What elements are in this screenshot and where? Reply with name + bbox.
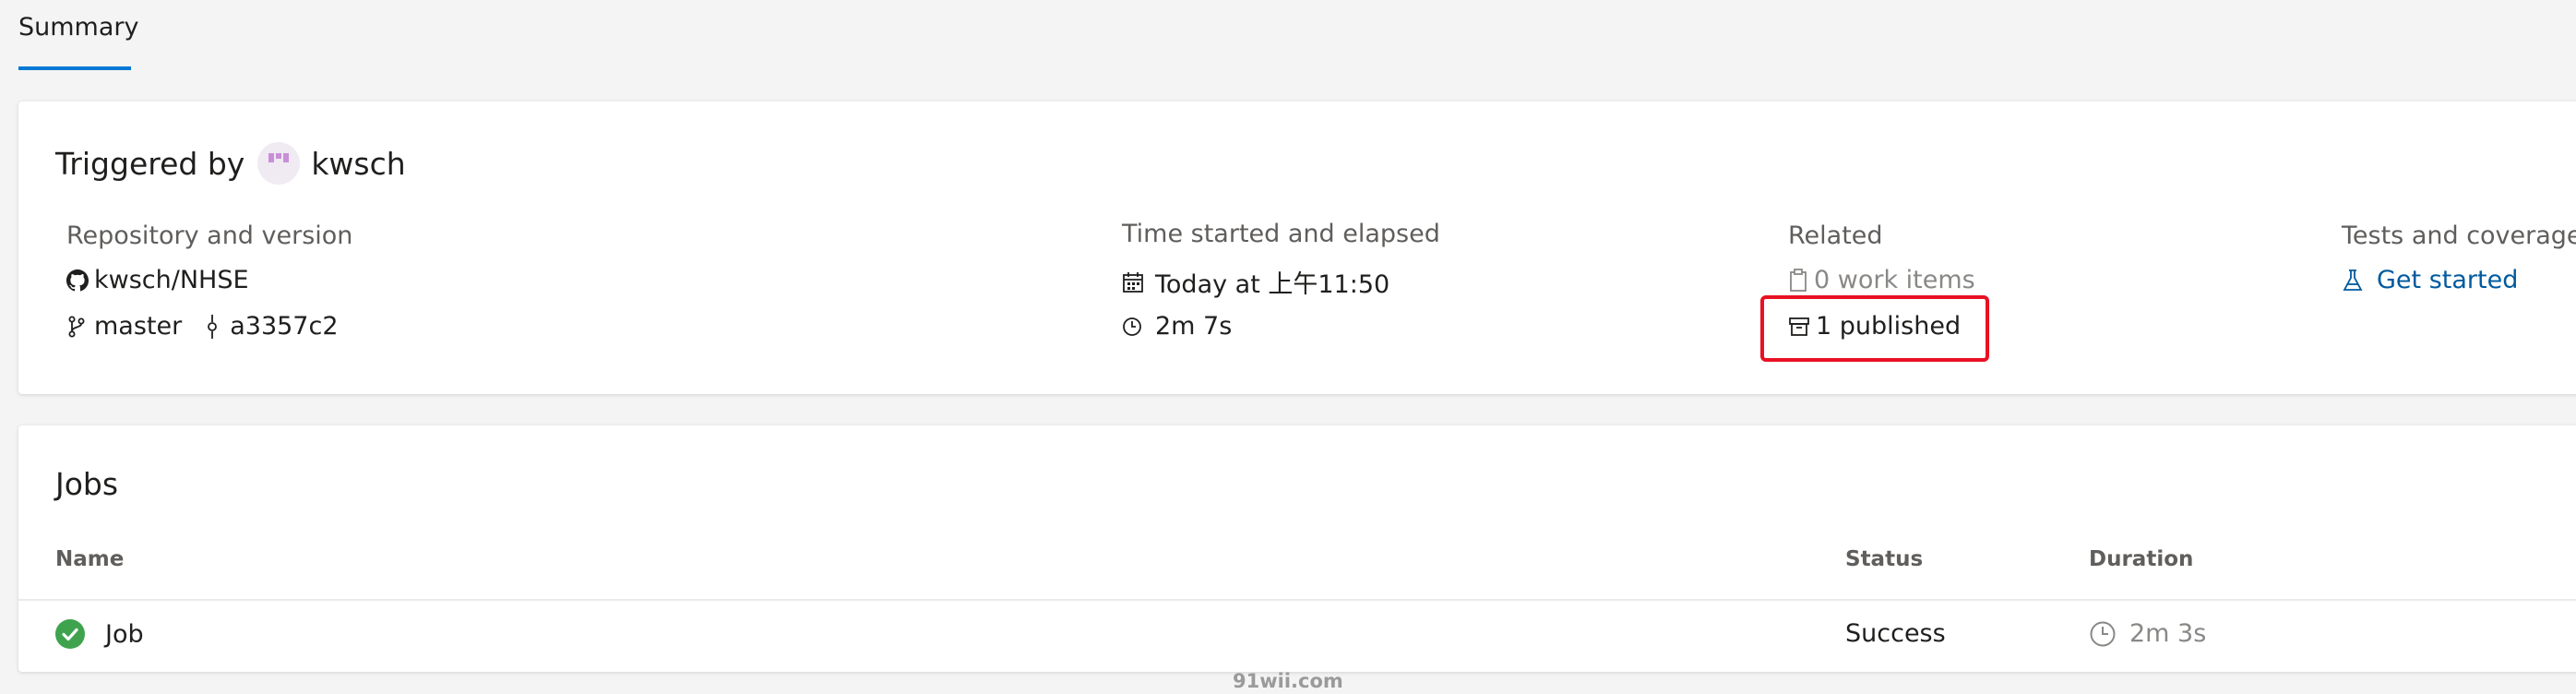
triggered-by-label: Triggered by (55, 145, 245, 182)
time-elapsed-row: 2m 7s (1122, 312, 1232, 341)
jobs-card: Jobs Name Status Duration Job Success 2m… (18, 425, 2576, 672)
column-header-duration: Duration (2089, 547, 2194, 571)
tab-summary-label: Summary (18, 13, 139, 42)
time-label: Time started and elapsed (1122, 220, 1440, 248)
summary-card: Triggered by kwsch Repository and versio… (18, 102, 2576, 394)
job-duration-cell: 2m 3s (2089, 619, 2206, 648)
clock-icon (1123, 317, 1141, 336)
jobs-title: Jobs (55, 466, 119, 502)
work-items-link[interactable]: 0 work items (1788, 266, 1975, 294)
highlight-annotation (1760, 295, 1989, 362)
triggered-user[interactable]: kwsch (311, 146, 405, 182)
tests-coverage-label: Tests and coverage (2342, 221, 2576, 250)
flask-icon (2343, 269, 2363, 291)
time-started-row: Today at 上午11:50 (1122, 264, 1389, 300)
triggered-by: Triggered by kwsch (55, 142, 406, 185)
version-row: master a3357c2 (66, 312, 339, 341)
branch-link[interactable]: master (66, 312, 182, 341)
get-started-label: Get started (2377, 266, 2519, 294)
repository-link[interactable]: kwsch/NHSE (66, 266, 249, 294)
time-started: Today at 上午11:50 (1155, 270, 1390, 299)
commit-hash: a3357c2 (230, 312, 339, 341)
get-started-link[interactable]: Get started (2342, 266, 2518, 294)
related-label: Related (1788, 221, 1883, 250)
work-items-count: 0 work items (1814, 266, 1975, 294)
avatar[interactable] (257, 142, 301, 185)
job-name-cell: Job (55, 619, 144, 649)
clipboard-icon (1790, 268, 1807, 292)
calendar-icon (1123, 271, 1143, 293)
commit-icon (208, 314, 218, 339)
commit-link[interactable]: a3357c2 (204, 312, 339, 341)
repository-name: kwsch/NHSE (94, 266, 249, 294)
job-status: Success (1845, 619, 1946, 648)
branch-icon (68, 316, 85, 337)
job-status-cell: Success (1845, 619, 1946, 648)
success-check-icon (55, 619, 85, 649)
column-header-status: Status (1845, 547, 1924, 571)
clock-icon (2090, 621, 2116, 646)
time-elapsed: 2m 7s (1155, 312, 1233, 341)
job-duration: 2m 3s (2129, 619, 2207, 648)
repository-version-label: Repository and version (66, 221, 353, 250)
job-name: Job (105, 619, 144, 649)
branch-name: master (94, 312, 183, 341)
github-icon (66, 269, 89, 291)
watermark: 91wii.com (1233, 670, 1343, 692)
column-header-name: Name (55, 547, 125, 571)
table-row[interactable]: Job Success 2m 3s (18, 601, 2576, 672)
tab-active-indicator (18, 66, 131, 70)
